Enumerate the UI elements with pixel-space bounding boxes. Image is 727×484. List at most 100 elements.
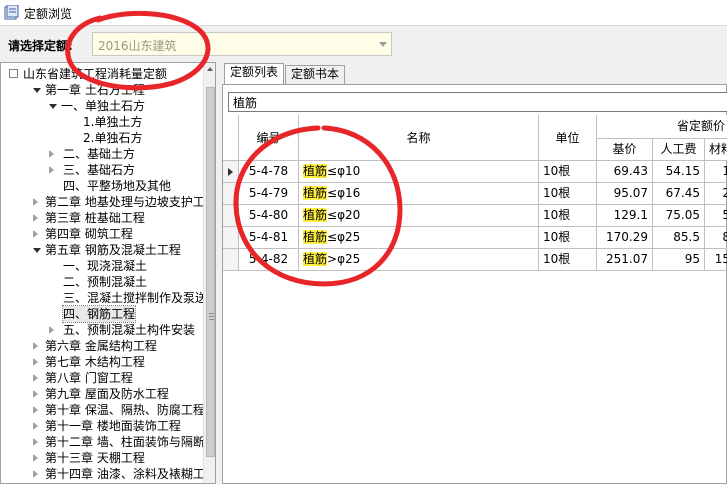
quota-selector-dropdown[interactable]: 2016山东建筑 [92, 32, 392, 56]
collapsed-arrow-icon[interactable] [33, 214, 38, 222]
cell-name[interactable]: 植筋≤φ25 [299, 227, 539, 249]
tree-item[interactable]: 第十三章 天棚工程 [1, 450, 201, 466]
cell-unit[interactable]: 10根 [539, 161, 597, 183]
cell-material-cost[interactable]: 1 [705, 161, 727, 183]
tree-item[interactable]: 第六章 金属结构工程 [1, 338, 201, 354]
cell-base-price[interactable]: 251.07 [597, 249, 653, 271]
collapsed-arrow-icon[interactable] [33, 454, 38, 462]
cell-labor-cost[interactable]: 95 [653, 249, 705, 271]
collapsed-arrow-icon[interactable] [33, 230, 38, 238]
cell-code[interactable]: 5-4-80 [239, 205, 299, 227]
expanded-arrow-icon[interactable] [33, 88, 41, 93]
cell-name[interactable]: 植筋≤φ16 [299, 183, 539, 205]
cell-labor-cost[interactable]: 85.5 [653, 227, 705, 249]
col-header-name[interactable]: 名称 [299, 115, 539, 161]
row-indicator[interactable] [223, 249, 239, 271]
tree-item[interactable]: 一、现浇混凝土 [1, 258, 201, 274]
cell-unit[interactable]: 10根 [539, 227, 597, 249]
tree-item[interactable]: 山东省建筑工程消耗量定额 [1, 66, 201, 82]
cell-name-suffix: ≤φ25 [327, 230, 361, 244]
tab-quota-list[interactable]: 定额列表 [224, 63, 285, 85]
tree-item[interactable]: 二、基础土方 [1, 146, 201, 162]
cell-unit[interactable]: 10根 [539, 205, 597, 227]
tree-item[interactable]: 第五章 钢筋及混凝土工程 [1, 242, 201, 258]
tree-item[interactable]: 第八章 门窗工程 [1, 370, 201, 386]
col-header-code[interactable]: 编号 [239, 115, 299, 161]
row-indicator[interactable] [223, 205, 239, 227]
tree-item[interactable]: 1.单独土方 [1, 114, 201, 130]
cell-base-price[interactable]: 69.43 [597, 161, 653, 183]
cell-labor-cost[interactable]: 75.05 [653, 205, 705, 227]
tree-item[interactable]: 第二章 地基处理与边坡支护工 [1, 194, 205, 210]
collapsed-arrow-icon[interactable] [33, 470, 38, 478]
collapsed-arrow-icon[interactable] [49, 150, 54, 158]
expanded-arrow-icon[interactable] [33, 248, 41, 253]
tree-item[interactable]: 第十二章 墙、柱面装饰与隔断 [1, 434, 205, 450]
tree-item[interactable]: 一、单独土石方 [1, 98, 201, 114]
cell-base-price[interactable]: 129.1 [597, 205, 653, 227]
cell-name[interactable]: 植筋≤φ10 [299, 161, 539, 183]
cell-material-cost[interactable]: 8 [705, 227, 727, 249]
quota-list-content: 编号 名称 单位 省定额价 基价 人工费 材料 5-4-78植筋≤φ1010根6… [222, 84, 727, 484]
cell-code[interactable]: 5-4-82 [239, 249, 299, 271]
search-field[interactable] [228, 92, 727, 112]
tree-item[interactable]: 第十一章 楼地面装饰工程 [1, 418, 201, 434]
tree-item[interactable]: 五、预制混凝土构件安装 [1, 322, 201, 338]
collapsed-arrow-icon[interactable] [49, 326, 54, 334]
col-header-unit[interactable]: 单位 [539, 115, 597, 161]
cell-unit[interactable]: 10根 [539, 249, 597, 271]
col-header-material-cost[interactable]: 材料 [705, 139, 727, 161]
collapsed-arrow-icon[interactable] [33, 438, 38, 446]
chevron-down-icon[interactable] [379, 42, 387, 47]
quota-selector-value: 2016山东建筑 [98, 39, 177, 53]
row-indicator[interactable] [223, 161, 239, 183]
cell-base-price[interactable]: 170.29 [597, 227, 653, 249]
tree-scrollbar[interactable] [203, 63, 215, 483]
collapsed-arrow-icon[interactable] [33, 422, 38, 430]
tree-item-label: 第三章 桩基础工程 [45, 211, 145, 225]
tree-item[interactable]: 第三章 桩基础工程 [1, 210, 201, 226]
tree-item[interactable]: 四、平整场地及其他 [1, 178, 201, 194]
tree-item[interactable]: 第一章 土石方工程 [1, 82, 201, 98]
tab-quota-book[interactable]: 定额书本 [285, 65, 346, 84]
tree-item[interactable]: 第四章 砌筑工程 [1, 226, 201, 242]
row-indicator[interactable] [223, 183, 239, 205]
cell-name[interactable]: 植筋>φ25 [299, 249, 539, 271]
cell-material-cost[interactable]: 5 [705, 205, 727, 227]
collapsed-arrow-icon[interactable] [33, 342, 38, 350]
chapter-tree[interactable]: 山东省建筑工程消耗量定额 第一章 土石方工程 一、单独土石方 1.单独土方 2.单独石方… [0, 62, 216, 484]
cell-material-cost[interactable]: 15 [705, 249, 727, 271]
collapsed-arrow-icon[interactable] [33, 358, 38, 366]
collapsed-arrow-icon[interactable] [49, 166, 54, 174]
scrollbar-thumb[interactable] [206, 87, 215, 457]
tree-item[interactable]: 第七章 木结构工程 [1, 354, 201, 370]
tree-item[interactable]: 二、预制混凝土 [1, 274, 201, 290]
tree-item[interactable]: 三、基础石方 [1, 162, 201, 178]
cell-material-cost[interactable]: 2 [705, 183, 727, 205]
cell-unit[interactable]: 10根 [539, 183, 597, 205]
col-header-base-price[interactable]: 基价 [597, 139, 653, 161]
expanded-arrow-icon[interactable] [49, 104, 57, 109]
tree-item[interactable]: 2.单独石方 [1, 130, 201, 146]
collapsed-arrow-icon[interactable] [33, 390, 38, 398]
scroll-up-icon[interactable] [207, 67, 213, 71]
tree-item-label: 二、预制混凝土 [63, 275, 148, 289]
col-header-labor-cost[interactable]: 人工费 [653, 139, 705, 161]
collapsed-arrow-icon[interactable] [33, 374, 38, 382]
cell-labor-cost[interactable]: 54.15 [653, 161, 705, 183]
tree-item[interactable]: 三、混凝土搅拌制作及泵送 [1, 290, 207, 306]
cell-code[interactable]: 5-4-79 [239, 183, 299, 205]
cell-base-price[interactable]: 95.07 [597, 183, 653, 205]
row-indicator[interactable] [223, 227, 239, 249]
search-input[interactable] [229, 93, 727, 111]
cell-labor-cost[interactable]: 67.45 [653, 183, 705, 205]
cell-name[interactable]: 植筋≤φ20 [299, 205, 539, 227]
tree-item[interactable]: 第九章 屋面及防水工程 [1, 386, 201, 402]
collapsed-arrow-icon[interactable] [33, 198, 38, 206]
tree-item[interactable]: 第十四章 油漆、涂料及裱糊工 [1, 466, 205, 482]
tree-item[interactable]: 第十章 保温、隔热、防腐工程 [1, 402, 205, 418]
cell-code[interactable]: 5-4-78 [239, 161, 299, 183]
tree-item[interactable]: 四、钢筋工程 [1, 305, 201, 323]
collapsed-arrow-icon[interactable] [33, 406, 38, 414]
cell-code[interactable]: 5-4-81 [239, 227, 299, 249]
